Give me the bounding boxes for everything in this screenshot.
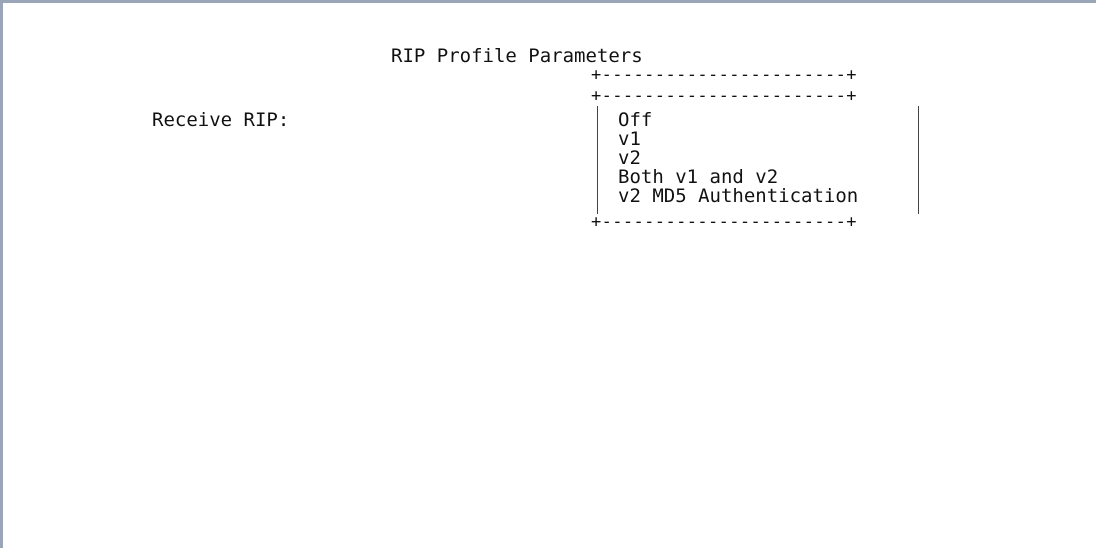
receive-rip-options-list: Off v1 v2 Both v1 and v2 v2 MD5 Authenti…	[618, 111, 858, 206]
page-title: RIP Profile Parameters	[391, 45, 643, 67]
terminal-screen: RIP Profile Parameters Receive RIP: +---…	[0, 0, 1096, 548]
menu-border-left	[597, 106, 598, 214]
menu-border-top-inner: +-----------------------+	[591, 86, 857, 106]
menu-border-top-outer: +-----------------------+	[591, 65, 857, 85]
menu-border-bottom: +-----------------------+	[591, 212, 857, 232]
option-v1[interactable]: v1	[618, 130, 858, 149]
option-off[interactable]: Off	[618, 111, 858, 130]
option-v2-md5-auth[interactable]: v2 MD5 Authentication	[618, 187, 858, 206]
menu-border-right	[918, 106, 919, 214]
receive-rip-label: Receive RIP:	[152, 109, 290, 131]
